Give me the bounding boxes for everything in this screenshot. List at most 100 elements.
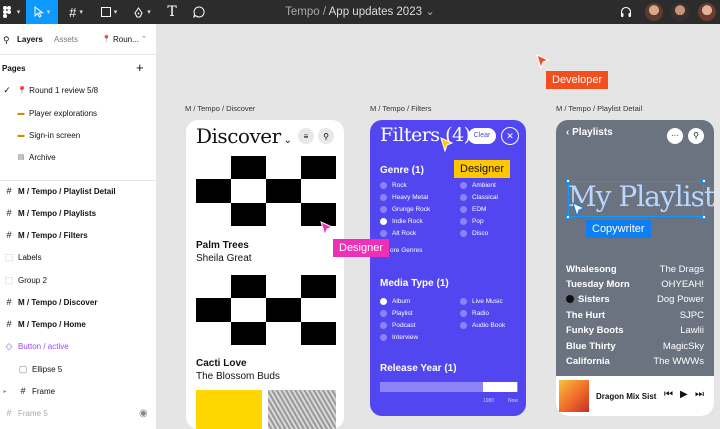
add-page-button[interactable]: + bbox=[136, 60, 144, 75]
comment-tool-button[interactable] bbox=[189, 0, 209, 24]
designer-cursor-icon bbox=[320, 221, 334, 237]
avatar[interactable] bbox=[644, 2, 664, 22]
album-art[interactable] bbox=[196, 390, 262, 429]
song-title[interactable]: Funky Boots bbox=[566, 325, 624, 336]
discover-frame[interactable]: Discover ⌄ ≡ ⚲ Palm Trees Sheila Great Ca… bbox=[186, 120, 344, 429]
song-title: Sisters bbox=[578, 294, 610, 305]
search-icon[interactable]: ⚲ bbox=[318, 128, 334, 144]
song-title-playing[interactable]: Sisters bbox=[566, 294, 610, 305]
song-artist: OHYEAH! bbox=[661, 279, 704, 290]
discover-title-text: Discover bbox=[196, 124, 281, 148]
chevron-down-icon[interactable]: ⌄ bbox=[425, 6, 435, 18]
chevron-up-icon[interactable]: ⌃ bbox=[141, 35, 147, 43]
selection-box bbox=[566, 179, 706, 219]
album-art[interactable] bbox=[268, 390, 336, 429]
more-genres-link[interactable]: ore Genres bbox=[390, 247, 423, 254]
song-title[interactable]: Whalesong bbox=[566, 264, 617, 275]
genre-option[interactable]: Disco bbox=[460, 230, 488, 237]
frame-label-discover[interactable]: M / Tempo / Discover bbox=[185, 104, 255, 113]
genre-option[interactable]: Grunge Rock bbox=[380, 206, 430, 213]
tab-layers[interactable]: Layers bbox=[17, 35, 43, 44]
playlist-detail-frame[interactable]: ‹ Playlists ··· ⚲ My Playlist Whalesong … bbox=[556, 120, 714, 416]
frame-label-filters[interactable]: M / Tempo / Filters bbox=[370, 104, 432, 113]
page-item[interactable]: ▤ Archive bbox=[0, 146, 156, 168]
pen-tool-button[interactable]: ▾ bbox=[128, 0, 156, 24]
genre-option[interactable]: Alt Rock bbox=[380, 230, 416, 237]
canvas[interactable]: M / Tempo / Discover M / Tempo / Filters… bbox=[158, 24, 720, 429]
layer-item[interactable]: # Frame 5 ◉ bbox=[0, 402, 156, 424]
eye-icon[interactable]: ◉ bbox=[139, 408, 148, 419]
clear-button[interactable]: Clear bbox=[468, 128, 496, 144]
layer-item[interactable]: ⬚ Group 2 bbox=[0, 269, 156, 291]
figma-logo-icon bbox=[2, 6, 11, 18]
media-option[interactable]: Interview bbox=[380, 334, 418, 341]
genre-option[interactable]: Pop bbox=[460, 218, 484, 225]
filter-icon[interactable]: ≡ bbox=[298, 128, 314, 144]
file-name[interactable]: App updates 2023 bbox=[329, 6, 422, 18]
song-title[interactable]: The Hurt bbox=[566, 310, 605, 321]
tab-assets[interactable]: Assets bbox=[54, 35, 78, 44]
search-icon[interactable]: ⚲ bbox=[688, 128, 704, 144]
layer-item[interactable]: ⬚ Labels bbox=[0, 246, 156, 268]
frame-tool-button[interactable]: # ▾ bbox=[62, 0, 90, 24]
layer-item[interactable]: ◇ Button / active bbox=[0, 335, 156, 357]
rectangle-icon bbox=[100, 7, 111, 17]
genre-option[interactable]: Ambient bbox=[460, 182, 496, 189]
layer-item[interactable]: ▢ Ellipse 5 bbox=[0, 358, 156, 380]
page-selector[interactable]: Roun... bbox=[113, 35, 139, 44]
genre-option[interactable]: EDM bbox=[460, 206, 486, 213]
album-art[interactable] bbox=[196, 156, 336, 226]
resize-handle[interactable] bbox=[566, 179, 570, 183]
song-title[interactable]: Tuesday Morn bbox=[566, 279, 630, 290]
chevron-down-icon: ▾ bbox=[147, 9, 151, 16]
song-title[interactable]: California bbox=[566, 356, 610, 367]
layer-item[interactable]: ▸ # Frame bbox=[0, 380, 156, 402]
layer-item[interactable]: # M / Tempo / Filters bbox=[0, 224, 156, 246]
layer-item[interactable]: # M / Tempo / Discover bbox=[0, 291, 156, 313]
avatar[interactable] bbox=[697, 2, 717, 22]
media-option[interactable]: Album bbox=[380, 298, 410, 305]
resize-handle[interactable] bbox=[702, 215, 706, 219]
page-item[interactable]: ▬ Sign-in screen bbox=[0, 124, 156, 146]
shape-tool-button[interactable]: ▾ bbox=[95, 0, 123, 24]
chevron-down-icon[interactable]: ⌄ bbox=[284, 135, 292, 146]
avatar[interactable] bbox=[670, 2, 690, 22]
resize-handle[interactable] bbox=[702, 179, 706, 183]
play-icon[interactable]: ▶ bbox=[680, 389, 688, 400]
release-year-slider[interactable] bbox=[380, 382, 518, 392]
media-option[interactable]: Playlist bbox=[380, 310, 413, 317]
media-option[interactable]: Audio Book bbox=[460, 322, 505, 329]
back-link[interactable]: ‹ Playlists bbox=[566, 127, 613, 138]
project-name[interactable]: Tempo bbox=[285, 6, 320, 18]
more-icon[interactable]: ··· bbox=[667, 128, 683, 144]
audio-chat-button[interactable] bbox=[616, 0, 636, 24]
chevron-right-icon[interactable]: ▸ bbox=[0, 388, 10, 395]
genre-option[interactable]: Heavy Metal bbox=[380, 194, 428, 201]
media-option[interactable]: Radio bbox=[460, 310, 489, 317]
genre-option[interactable]: Rock bbox=[380, 182, 407, 189]
construction-icon: ▬ bbox=[17, 109, 25, 117]
main-menu-button[interactable]: ▾ bbox=[0, 0, 22, 24]
close-icon[interactable]: ✕ bbox=[501, 127, 519, 145]
text-tool-icon[interactable]: T bbox=[162, 0, 182, 24]
next-icon[interactable]: ⏭ bbox=[695, 389, 704, 400]
page-item[interactable]: ▬ Player explorations bbox=[0, 102, 156, 124]
mini-player[interactable]: Dragon Mix Sist ⏮ ▶ ⏭ bbox=[556, 376, 714, 416]
frame-label-playlist[interactable]: M / Tempo / Playlist Detail bbox=[556, 104, 642, 113]
layer-item[interactable]: # M / Tempo / Playlists bbox=[0, 202, 156, 224]
resize-handle[interactable] bbox=[566, 215, 570, 219]
media-option[interactable]: Live Music bbox=[460, 298, 503, 305]
song-title[interactable]: Blue Thirty bbox=[566, 341, 616, 352]
genre-option[interactable]: Indie Rock bbox=[380, 218, 423, 225]
album-art[interactable] bbox=[196, 275, 336, 345]
range-start-label: 1980 bbox=[483, 398, 495, 404]
pin-icon: 📍 bbox=[102, 36, 111, 43]
layer-item[interactable]: # M / Tempo / Home bbox=[0, 313, 156, 335]
media-option[interactable]: Podcast bbox=[380, 322, 416, 329]
move-tool-button[interactable]: ▾ bbox=[26, 0, 58, 24]
layer-item[interactable]: # M / Tempo / Playlist Detail bbox=[0, 180, 156, 202]
genre-option[interactable]: Classical bbox=[460, 194, 498, 201]
search-icon[interactable]: ⚲ bbox=[3, 35, 10, 46]
previous-icon[interactable]: ⏮ bbox=[664, 389, 673, 400]
page-item[interactable]: ✓ 📍 Round 1 review 5/8 bbox=[0, 79, 156, 101]
